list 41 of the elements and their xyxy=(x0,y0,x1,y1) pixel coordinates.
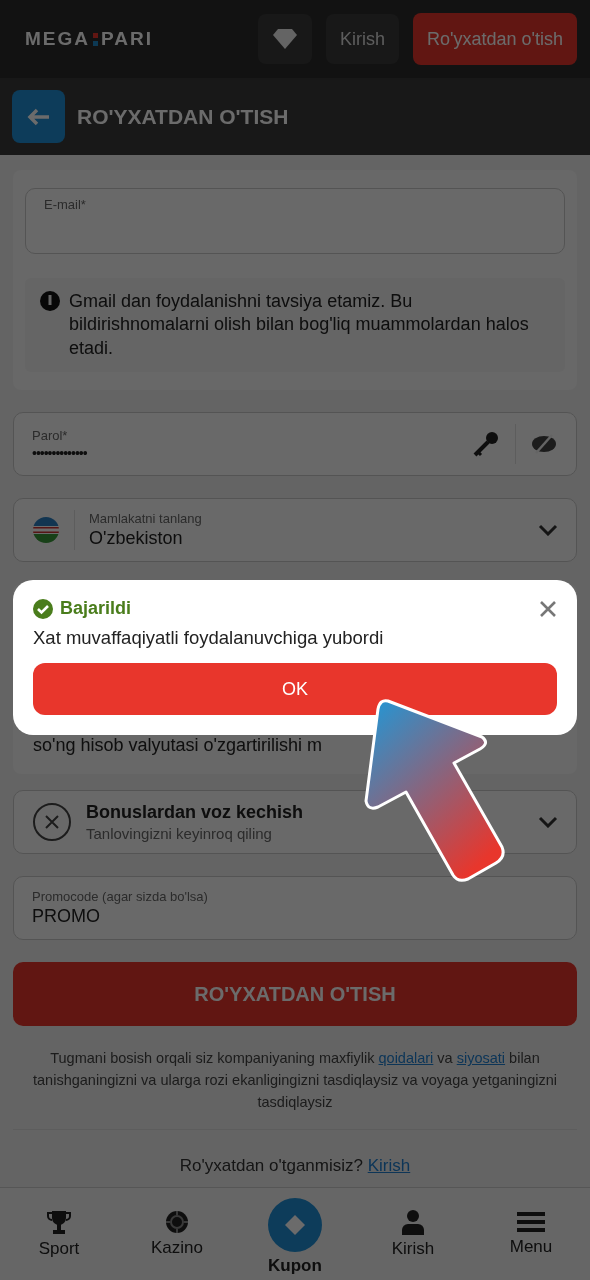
login-link[interactable]: Kirish xyxy=(367,1156,411,1176)
currency-note: so'ng hisob valyutasi o'zgartirilishi m xyxy=(33,735,322,757)
nav-tab[interactable]: Sport xyxy=(0,1188,118,1280)
dialog-message: Xat muvaffaqiyatli foydalanuvchiga yubordi xyxy=(33,627,385,649)
country-select[interactable]: Mamlakatni tanlang O'zbekiston xyxy=(13,498,577,563)
password-field[interactable]: Parol* •••••••••••••• xyxy=(13,412,577,477)
login-prompt: Ro'yxatdan o'tganmisiz? xyxy=(179,1156,363,1176)
nav-tab[interactable]: Menu xyxy=(472,1188,590,1280)
terms-link[interactable]: qoidalari xyxy=(378,1050,434,1067)
logo: MEGA PARI xyxy=(25,28,153,50)
chevron-down-icon xyxy=(538,524,558,537)
back-button[interactable] xyxy=(12,90,65,143)
trophy-icon xyxy=(47,1209,71,1235)
register-button[interactable]: Ro'yxatdan o'tish xyxy=(413,13,577,65)
chevron-down-icon xyxy=(538,816,558,829)
page-title: RO'YXATDAN O'TISH xyxy=(77,104,289,129)
diamond-icon xyxy=(272,28,299,50)
terms-link[interactable]: siyosati xyxy=(456,1050,506,1067)
back-arrow-icon xyxy=(26,107,51,126)
menu-icon xyxy=(517,1211,545,1233)
close-button[interactable] xyxy=(539,599,557,618)
flag-icon xyxy=(32,516,60,545)
email-field[interactable]: E-mail* xyxy=(25,188,565,254)
dialog-title: Bajarildi xyxy=(60,598,133,619)
nav-tab[interactable]: Kazino xyxy=(118,1188,236,1280)
nav-tab[interactable]: Kupon xyxy=(236,1188,354,1280)
register-submit-button[interactable]: RO'YXATDAN O'TISH xyxy=(13,962,577,1027)
diamond-button[interactable] xyxy=(258,14,313,64)
info-text: Gmail dan foydalanishni tavsiya etamiz. Bu bildirishnomalarni olish bilan bog'liq muammolardan halos etadi. xyxy=(69,290,530,360)
promocode-field[interactable]: Promocode (agar sizda bo'lsa) PROMO xyxy=(13,876,577,941)
cross-circle-icon xyxy=(32,802,72,843)
person-icon xyxy=(401,1209,425,1235)
info-icon xyxy=(39,290,61,312)
ok-button[interactable]: OK xyxy=(33,663,557,715)
login-button[interactable]: Kirish xyxy=(326,14,400,64)
close-icon xyxy=(539,599,557,618)
nav-tab[interactable]: Kirish xyxy=(354,1188,472,1280)
terms-text: Tugmani bosish orqali siz kompaniyaning maxfiylik qoidalari va siyosati bilan tanishganingizni va ularga rozi ekanligingizni tasdiqlaysiz va voyaga yetganingizni tasdiqlaysiz xyxy=(32,1049,558,1112)
casino-chip-icon xyxy=(165,1210,189,1234)
check-circle-icon xyxy=(33,598,53,619)
ticket-icon xyxy=(284,1214,306,1236)
